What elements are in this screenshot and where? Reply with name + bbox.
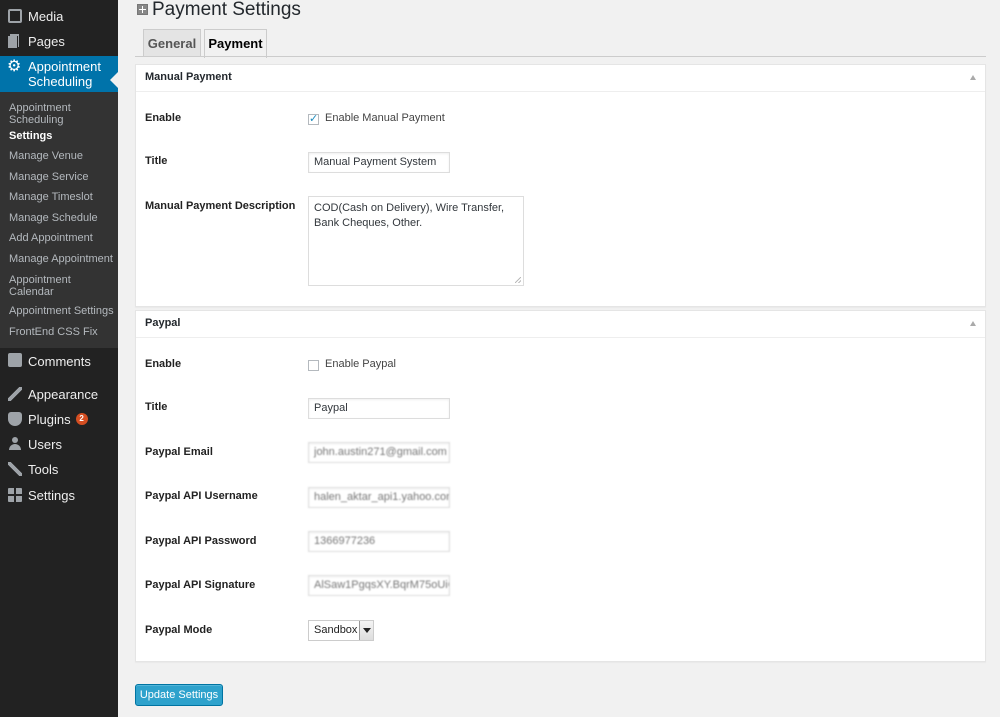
submenu-manage-timeslot[interactable]: Manage Timeslot: [9, 191, 114, 203]
manual-enable-label: Enable: [145, 112, 182, 124]
menu-plugins-label: Plugins: [28, 411, 71, 427]
paypal-email-input[interactable]: john.austin271@gmail.com: [308, 442, 450, 463]
collapse-arrow-icon[interactable]: [970, 75, 976, 80]
paypal-header: Paypal: [136, 311, 985, 338]
settings-icon: [8, 488, 22, 502]
paypal-panel: Paypal Enable Enable Paypal Title Paypal…: [135, 310, 986, 662]
update-settings-button[interactable]: Update Settings: [135, 684, 223, 706]
menu-appearance[interactable]: Appearance: [0, 384, 118, 404]
gear-icon: [7, 56, 22, 75]
menu-settings-label: Settings: [28, 487, 75, 503]
admin-sidebar: Media Pages Appointment Scheduling Appoi…: [0, 0, 118, 717]
paypal-mode-select[interactable]: Sandbox: [308, 620, 374, 641]
menu-media[interactable]: Media: [0, 6, 118, 26]
submenu-appointment-settings[interactable]: Appointment Settings: [9, 305, 114, 317]
manual-payment-enable-checkbox-label[interactable]: Enable Manual Payment: [325, 112, 445, 124]
submenu-appointment-scheduling[interactable]: Appointment Scheduling: [9, 102, 114, 126]
paypal-enable-label: Enable: [145, 358, 182, 370]
pages-icon: [8, 34, 22, 48]
paypal-mode-label: Paypal Mode: [145, 624, 213, 636]
manual-description-text: COD(Cash on Delivery), Wire Transfer, Ba…: [314, 202, 505, 229]
manual-title-label: Title: [145, 155, 168, 167]
submenu-manage-venue[interactable]: Manage Venue: [9, 150, 114, 162]
submenu-manage-service[interactable]: Manage Service: [9, 171, 114, 183]
paypal-api-username-label: Paypal API Username: [145, 490, 258, 502]
manual-description-label: Manual Payment Description: [145, 200, 296, 212]
menu-tools[interactable]: Tools: [0, 459, 118, 479]
collapse-arrow-icon[interactable]: [970, 321, 976, 326]
manual-title-input[interactable]: Manual Payment System: [308, 152, 450, 173]
manual-payment-enable-checkbox[interactable]: [308, 112, 319, 125]
menu-appointment-scheduling[interactable]: Appointment Scheduling: [0, 56, 118, 92]
plugins-update-badge: 2: [75, 413, 88, 425]
submenu-settings[interactable]: Settings: [9, 130, 114, 142]
menu-settings[interactable]: Settings: [0, 485, 118, 505]
paypal-api-username-input[interactable]: halen_aktar_api1.yahoo.com: [308, 487, 450, 508]
submenu-add-appointment[interactable]: Add Appointment: [9, 232, 114, 244]
menu-tools-label: Tools: [28, 461, 59, 477]
tab-general[interactable]: General: [143, 29, 201, 57]
menu-comments[interactable]: Comments: [0, 351, 118, 371]
menu-appointment-scheduling-label: Appointment Scheduling: [28, 59, 101, 89]
paintbrush-icon: [8, 387, 22, 401]
paypal-api-password-input[interactable]: 1366977236: [308, 531, 450, 552]
submenu: Appointment Scheduling Settings Manage V…: [0, 92, 118, 348]
submenu-manage-appointment[interactable]: Manage Appointment: [9, 253, 114, 265]
manual-payment-panel: Manual Payment Enable Enable Manual Paym…: [135, 64, 986, 307]
chevron-down-icon[interactable]: [359, 621, 373, 640]
menu-comments-label: Comments: [28, 353, 91, 369]
submenu-frontend-css-fix[interactable]: FrontEnd CSS Fix: [9, 326, 114, 338]
menu-users[interactable]: Users: [0, 434, 118, 454]
menu-pages-label: Pages: [28, 33, 65, 49]
tab-payment[interactable]: Payment: [204, 29, 267, 58]
manual-payment-header: Manual Payment: [136, 65, 985, 92]
comments-icon: [8, 353, 22, 367]
menu-appearance-label: Appearance: [28, 386, 99, 402]
submenu-manage-schedule[interactable]: Manage Schedule: [9, 212, 114, 224]
paypal-email-label: Paypal Email: [145, 446, 213, 458]
paypal-enable-checkbox-label[interactable]: Enable Paypal: [325, 358, 396, 370]
paypal-title-input[interactable]: Paypal: [308, 398, 450, 419]
paypal-api-signature-label: Paypal API Signature: [145, 579, 256, 591]
paypal-heading: Paypal: [145, 317, 181, 329]
paypal-api-signature-input[interactable]: AlSaw1PgqsXY.BqrM75oUiC: [308, 575, 450, 596]
page-title: Payment Settings: [152, 0, 301, 20]
manual-payment-heading: Manual Payment: [145, 71, 232, 83]
paypal-mode-value: Sandbox: [314, 624, 358, 636]
settings-page-icon: [137, 4, 148, 15]
resize-grip-icon[interactable]: [515, 277, 521, 283]
media-icon: [8, 9, 22, 23]
plugin-icon: [8, 412, 22, 426]
users-icon: [8, 437, 22, 451]
submenu-appointment-calendar[interactable]: Appointment Calendar: [9, 274, 114, 298]
paypal-enable-checkbox[interactable]: [308, 360, 319, 371]
menu-pages[interactable]: Pages: [0, 31, 118, 51]
menu-users-label: Users: [28, 436, 62, 452]
paypal-title-label: Title: [145, 401, 168, 413]
manual-description-textarea[interactable]: COD(Cash on Delivery), Wire Transfer, Ba…: [308, 196, 524, 286]
menu-plugins[interactable]: Plugins 2: [0, 409, 118, 429]
wrench-icon: [8, 462, 22, 476]
active-menu-arrow: [110, 72, 118, 88]
menu-media-label: Media: [28, 8, 64, 24]
tabs-divider: [135, 56, 986, 57]
paypal-api-password-label: Paypal API Password: [145, 535, 257, 547]
